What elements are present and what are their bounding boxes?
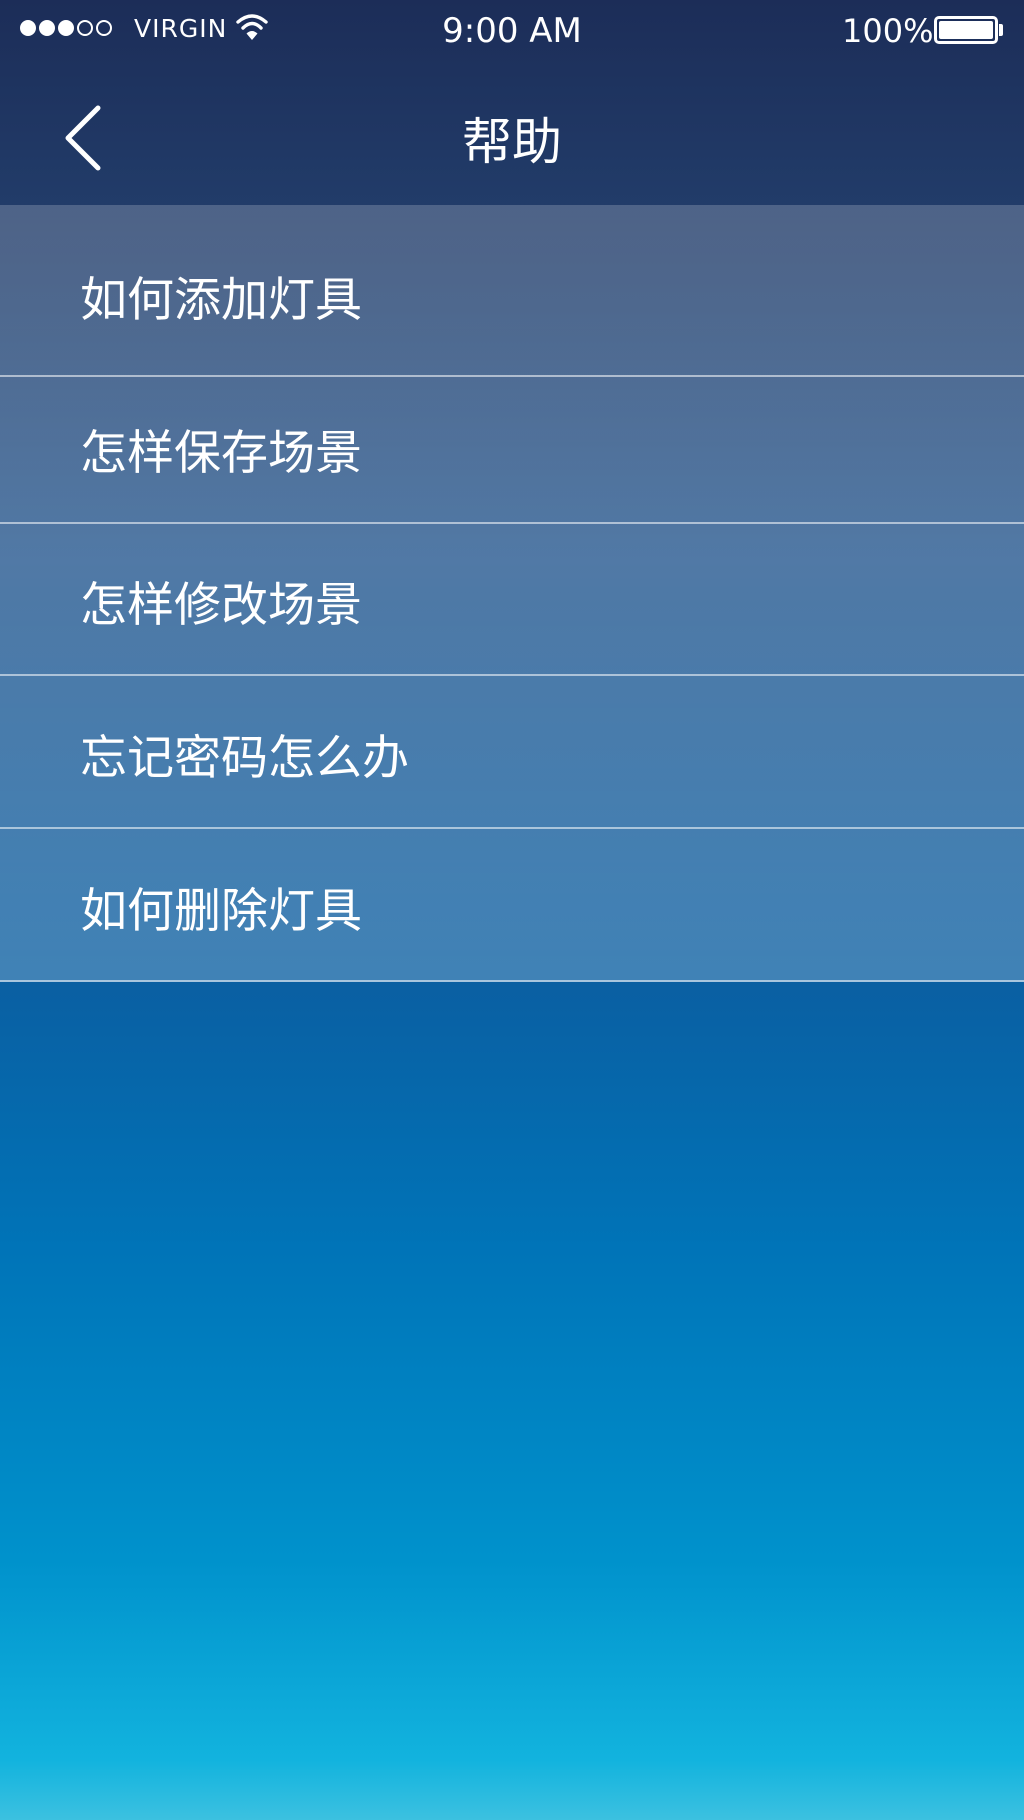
battery-tip: [999, 24, 1003, 36]
battery-percent: 100%: [842, 12, 934, 50]
help-item-label: 如何删除灯具: [80, 883, 362, 939]
help-item-edit-scene[interactable]: 怎样修改场景: [0, 524, 1024, 676]
chevron-left-icon: [65, 105, 101, 171]
battery-icon: [934, 16, 998, 44]
help-item-label: 怎样保存场景: [80, 425, 362, 481]
help-item-delete-light[interactable]: 如何删除灯具: [0, 829, 1024, 982]
help-item-label: 如何添加灯具: [80, 272, 362, 328]
help-screen: VIRGIN 9:00 AM 100% 帮助 如何添加灯具 怎样保存场景 怎样修…: [0, 0, 1024, 1820]
help-item-save-scene[interactable]: 怎样保存场景: [0, 377, 1024, 524]
help-item-label: 怎样修改场景: [80, 577, 362, 633]
help-topic-list: 如何添加灯具 怎样保存场景 怎样修改场景 忘记密码怎么办 如何删除灯具: [0, 205, 1024, 982]
back-button[interactable]: [50, 98, 120, 178]
help-item-add-light[interactable]: 如何添加灯具: [0, 205, 1024, 377]
help-item-forgot-password[interactable]: 忘记密码怎么办: [0, 676, 1024, 829]
page-title: 帮助: [462, 113, 562, 171]
help-item-label: 忘记密码怎么办: [80, 730, 409, 786]
status-bar: VIRGIN 9:00 AM 100%: [0, 0, 1024, 60]
nav-bar: 帮助: [0, 60, 1024, 205]
battery-level: [939, 21, 993, 39]
